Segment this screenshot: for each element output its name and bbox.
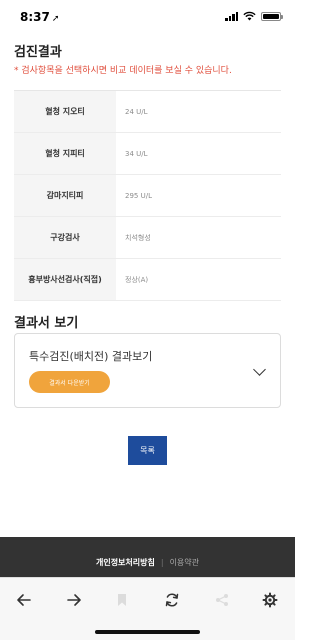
footer-separator: | <box>160 558 164 567</box>
exam-row[interactable]: 감마지티피 295 U/L <box>14 175 281 217</box>
download-report-button[interactable]: 결과서 다운받기 <box>29 371 110 393</box>
exam-label: 감마지티피 <box>14 175 116 216</box>
share-icon <box>210 588 234 612</box>
clock-text: 8:37 <box>20 10 50 24</box>
signal-icon <box>225 11 238 21</box>
status-icons <box>225 11 283 21</box>
exam-row[interactable]: 흉부방사선검사(직접) 정상(A) <box>14 259 281 301</box>
exam-value: 24 U/L <box>125 107 148 116</box>
forward-arrow-icon[interactable] <box>62 588 86 612</box>
footer-links: 개인정보처리방침 | 이용약관 <box>0 557 295 568</box>
terms-link[interactable]: 이용약관 <box>170 558 199 567</box>
exam-label: 구강검사 <box>14 217 116 258</box>
exam-value: 34 U/L <box>125 149 148 158</box>
exam-results-title: 검진결과 <box>14 45 62 60</box>
bookmark-icon <box>110 588 134 612</box>
exam-label: 흉부방사선검사(직접) <box>14 259 116 300</box>
exam-results-table: 혈청 지오티 24 U/L 혈청 지피티 34 U/L 감마지티피 295 U/… <box>14 90 281 301</box>
list-button[interactable]: 목록 <box>128 436 167 465</box>
status-time: 8:37 ➚ <box>20 10 59 24</box>
refresh-icon[interactable] <box>160 588 184 612</box>
exam-row[interactable]: 혈청 지피티 34 U/L <box>14 133 281 175</box>
wifi-icon <box>243 11 256 21</box>
exam-value: 정상(A) <box>125 275 149 284</box>
browser-toolbar <box>0 577 295 640</box>
home-indicator <box>95 630 200 634</box>
status-bar: 8:37 ➚ <box>0 0 295 34</box>
battery-icon <box>261 11 283 21</box>
exam-value: 295 U/L <box>125 191 152 200</box>
exam-label: 혈청 지오티 <box>14 91 116 132</box>
exam-row[interactable]: 혈청 지오티 24 U/L <box>14 91 281 133</box>
report-accordion[interactable]: 특수검진(배치전) 결과보기 결과서 다운받기 <box>14 333 281 408</box>
report-card-title: 특수검진(배치전) 결과보기 <box>29 350 153 363</box>
chevron-down-icon[interactable] <box>253 363 266 376</box>
exam-notice: * 검사항목을 선택하시면 비교 데이터를 보실 수 있습니다. <box>14 66 232 76</box>
footer: 개인정보처리방침 | 이용약관 <box>0 537 295 577</box>
exam-value: 치석형성 <box>125 233 151 242</box>
back-arrow-icon[interactable] <box>12 588 36 612</box>
exam-row[interactable]: 구강검사 치석형성 <box>14 217 281 259</box>
exam-label: 혈청 지피티 <box>14 133 116 174</box>
report-title: 결과서 보기 <box>14 316 79 331</box>
privacy-policy-link[interactable]: 개인정보처리방침 <box>96 558 155 567</box>
location-icon: ➚ <box>51 14 60 24</box>
settings-gear-icon[interactable] <box>258 588 282 612</box>
